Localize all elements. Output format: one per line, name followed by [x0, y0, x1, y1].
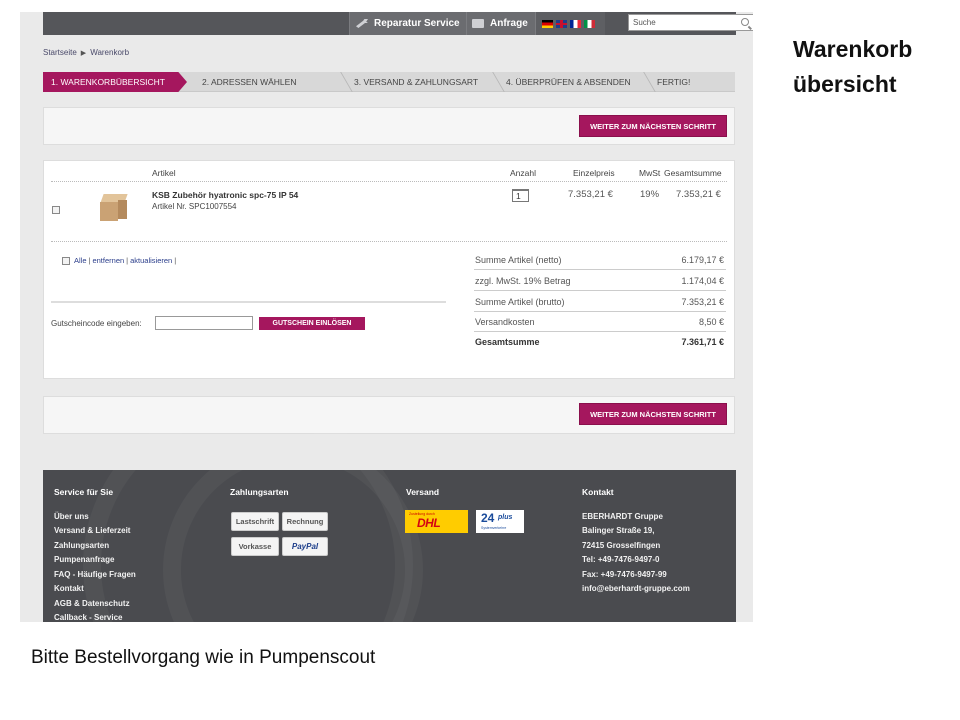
- step-done[interactable]: FERTIG!: [649, 72, 690, 92]
- language-switcher: [535, 12, 605, 35]
- dhl-logo: Zustellung durch DHL: [405, 510, 468, 533]
- mail-icon: [472, 19, 484, 28]
- unit-price: 7.353,21 €: [568, 189, 613, 200]
- breadcrumb-current[interactable]: Warenkorb: [90, 48, 129, 57]
- vat-rate: 19%: [640, 189, 660, 200]
- summary-value: 6.179,17 €: [681, 255, 724, 265]
- contact-line: 72415 Grosselfingen: [582, 541, 661, 550]
- repair-service-label: Reparatur Service: [374, 18, 460, 29]
- search-input[interactable]: Suche: [628, 14, 753, 31]
- bottom-action-panel: WEITER ZUM NÄCHSTEN SCHRITT: [43, 396, 735, 434]
- flag-uk-icon[interactable]: [556, 19, 567, 28]
- footer-link[interactable]: Callback - Service: [54, 613, 122, 622]
- payment-prepayment: Vorkasse: [231, 537, 279, 556]
- footer-link[interactable]: FAQ - Häufige Fragen: [54, 570, 136, 579]
- coupon-label: Gutscheincode eingeben:: [51, 319, 142, 328]
- 24plus-logo: 24 plus Systemverkehre: [476, 510, 524, 533]
- footer-link[interactable]: Zahlungsarten: [54, 541, 109, 550]
- summary-value: 8,50 €: [698, 317, 724, 327]
- summary-label: Versandkosten: [475, 317, 535, 327]
- select-all-link[interactable]: Alle: [74, 256, 87, 265]
- cart-actions: Alle | entfernen | aktualisieren |: [62, 256, 176, 265]
- cart-panel: Artikel Anzahl Einzelpreis MwSt Gesamtsu…: [43, 160, 735, 379]
- request-link[interactable]: Anfrage: [466, 12, 535, 35]
- summary-label: Summe Artikel (netto): [475, 255, 562, 265]
- flag-fr-icon[interactable]: [570, 19, 581, 28]
- contact-line: Balinger Straße 19,: [582, 526, 655, 535]
- wrench-icon: [356, 19, 368, 28]
- top-bar: Reparatur Service Anfrage Suche: [43, 12, 753, 35]
- redeem-coupon-button[interactable]: GUTSCHEIN EINLÖSEN: [259, 317, 365, 330]
- repair-service-link[interactable]: Reparatur Service: [349, 12, 466, 35]
- site-footer: Service für Sie Über uns Versand & Liefe…: [43, 400, 736, 622]
- update-link[interactable]: aktualisieren: [130, 256, 172, 265]
- summary-total-label: Gesamtsumme: [475, 337, 540, 347]
- summary-label: Summe Artikel (brutto): [475, 297, 565, 307]
- contact-line: Fax: +49-7476-9497-99: [582, 570, 667, 579]
- search-placeholder: Suche: [633, 18, 656, 27]
- payment-direct-debit: Lastschrift: [231, 512, 279, 531]
- quantity-input[interactable]: 1: [512, 189, 529, 202]
- footer-payment-heading: Zahlungsarten: [230, 487, 289, 497]
- footer-contact-heading: Kontakt: [582, 487, 614, 497]
- contact-email[interactable]: info@eberhardt-gruppe.com: [582, 584, 690, 593]
- summary-row: zzgl. MwSt. 19% Betrag 1.174,04 €: [474, 271, 726, 291]
- footer-shipping-heading: Versand: [406, 487, 440, 497]
- shop-screenshot: Reparatur Service Anfrage Suche Startsei…: [20, 12, 753, 622]
- footer-link[interactable]: AGB & Datenschutz: [54, 599, 130, 608]
- summary-total-value: 7.361,71 €: [681, 337, 724, 347]
- footer-service-heading: Service für Sie: [54, 487, 114, 497]
- search-icon[interactable]: [741, 18, 749, 26]
- footer-link[interactable]: Kontakt: [54, 584, 84, 593]
- slide-title-line2: übersicht: [793, 71, 897, 97]
- col-qty: Anzahl: [510, 168, 536, 178]
- footer-link[interactable]: Pumpenanfrage: [54, 555, 114, 564]
- summary-total-row: Gesamtsumme 7.361,71 €: [474, 332, 726, 352]
- next-step-button-bottom[interactable]: WEITER ZUM NÄCHSTEN SCHRITT: [579, 403, 727, 425]
- left-divider: [51, 301, 446, 303]
- col-article: Artikel: [152, 168, 176, 178]
- contact-line: EBERHARDT Gruppe: [582, 512, 663, 521]
- step-addresses[interactable]: 2. ADRESSEN WÄHLEN: [194, 72, 296, 92]
- request-label: Anfrage: [490, 18, 528, 29]
- contact-line: Tel: +49-7476-9497-0: [582, 555, 660, 564]
- footer-link[interactable]: Über uns: [54, 512, 89, 521]
- footer-link[interactable]: Versand & Lieferzeit: [54, 526, 130, 535]
- checkout-steps: 1. WARENKORBÜBERSICHT 2. ADRESSEN WÄHLEN…: [43, 72, 735, 92]
- header-divider: [51, 181, 727, 182]
- payment-paypal: PayPal: [282, 537, 328, 556]
- coupon-input[interactable]: [155, 316, 253, 330]
- item-total: 7.353,21 €: [676, 189, 721, 200]
- slide-title-line1: Warenkorb: [793, 36, 913, 62]
- slide-note: Bitte Bestellvorgang wie in Pumpenscout: [31, 647, 376, 668]
- summary-label: zzgl. MwSt. 19% Betrag: [475, 276, 571, 286]
- summary-row: Summe Artikel (brutto) 7.353,21 €: [474, 292, 726, 312]
- flag-de-icon[interactable]: [542, 19, 553, 28]
- breadcrumb-arrow-icon: ▶: [80, 49, 87, 57]
- col-total: Gesamtsumme: [664, 168, 722, 178]
- flag-it-icon[interactable]: [584, 19, 595, 28]
- breadcrumb-home[interactable]: Startseite: [43, 48, 77, 57]
- summary-row: Versandkosten 8,50 €: [474, 312, 726, 332]
- next-step-button-top[interactable]: WEITER ZUM NÄCHSTEN SCHRITT: [579, 115, 727, 137]
- product-box-icon: [100, 194, 128, 222]
- item-divider: [51, 241, 727, 242]
- step-shipping-payment[interactable]: 3. VERSAND & ZAHLUNGSART: [346, 72, 478, 92]
- step-review-submit[interactable]: 4. ÜBERPRÜFEN & ABSENDEN: [498, 72, 631, 92]
- summary-row: Summe Artikel (netto) 6.179,17 €: [474, 250, 726, 270]
- col-unit-price: Einzelpreis: [573, 168, 615, 178]
- summary-value: 7.353,21 €: [681, 297, 724, 307]
- slide-title: Warenkorb übersicht: [793, 32, 912, 102]
- product-name[interactable]: KSB Zubehör hyatronic spc-75 IP 54: [152, 190, 298, 200]
- step-cart-overview[interactable]: 1. WARENKORBÜBERSICHT: [43, 72, 187, 92]
- payment-invoice: Rechnung: [282, 512, 328, 531]
- item-checkbox[interactable]: [52, 206, 60, 214]
- top-action-panel: WEITER ZUM NÄCHSTEN SCHRITT: [43, 107, 735, 145]
- product-number: Artikel Nr. SPC1007554: [152, 202, 237, 211]
- select-all-checkbox[interactable]: [62, 256, 70, 265]
- col-vat: MwSt: [639, 168, 661, 178]
- breadcrumb: Startseite ▶ Warenkorb: [43, 48, 129, 57]
- summary-value: 1.174,04 €: [681, 276, 724, 286]
- remove-link[interactable]: entfernen: [92, 256, 124, 265]
